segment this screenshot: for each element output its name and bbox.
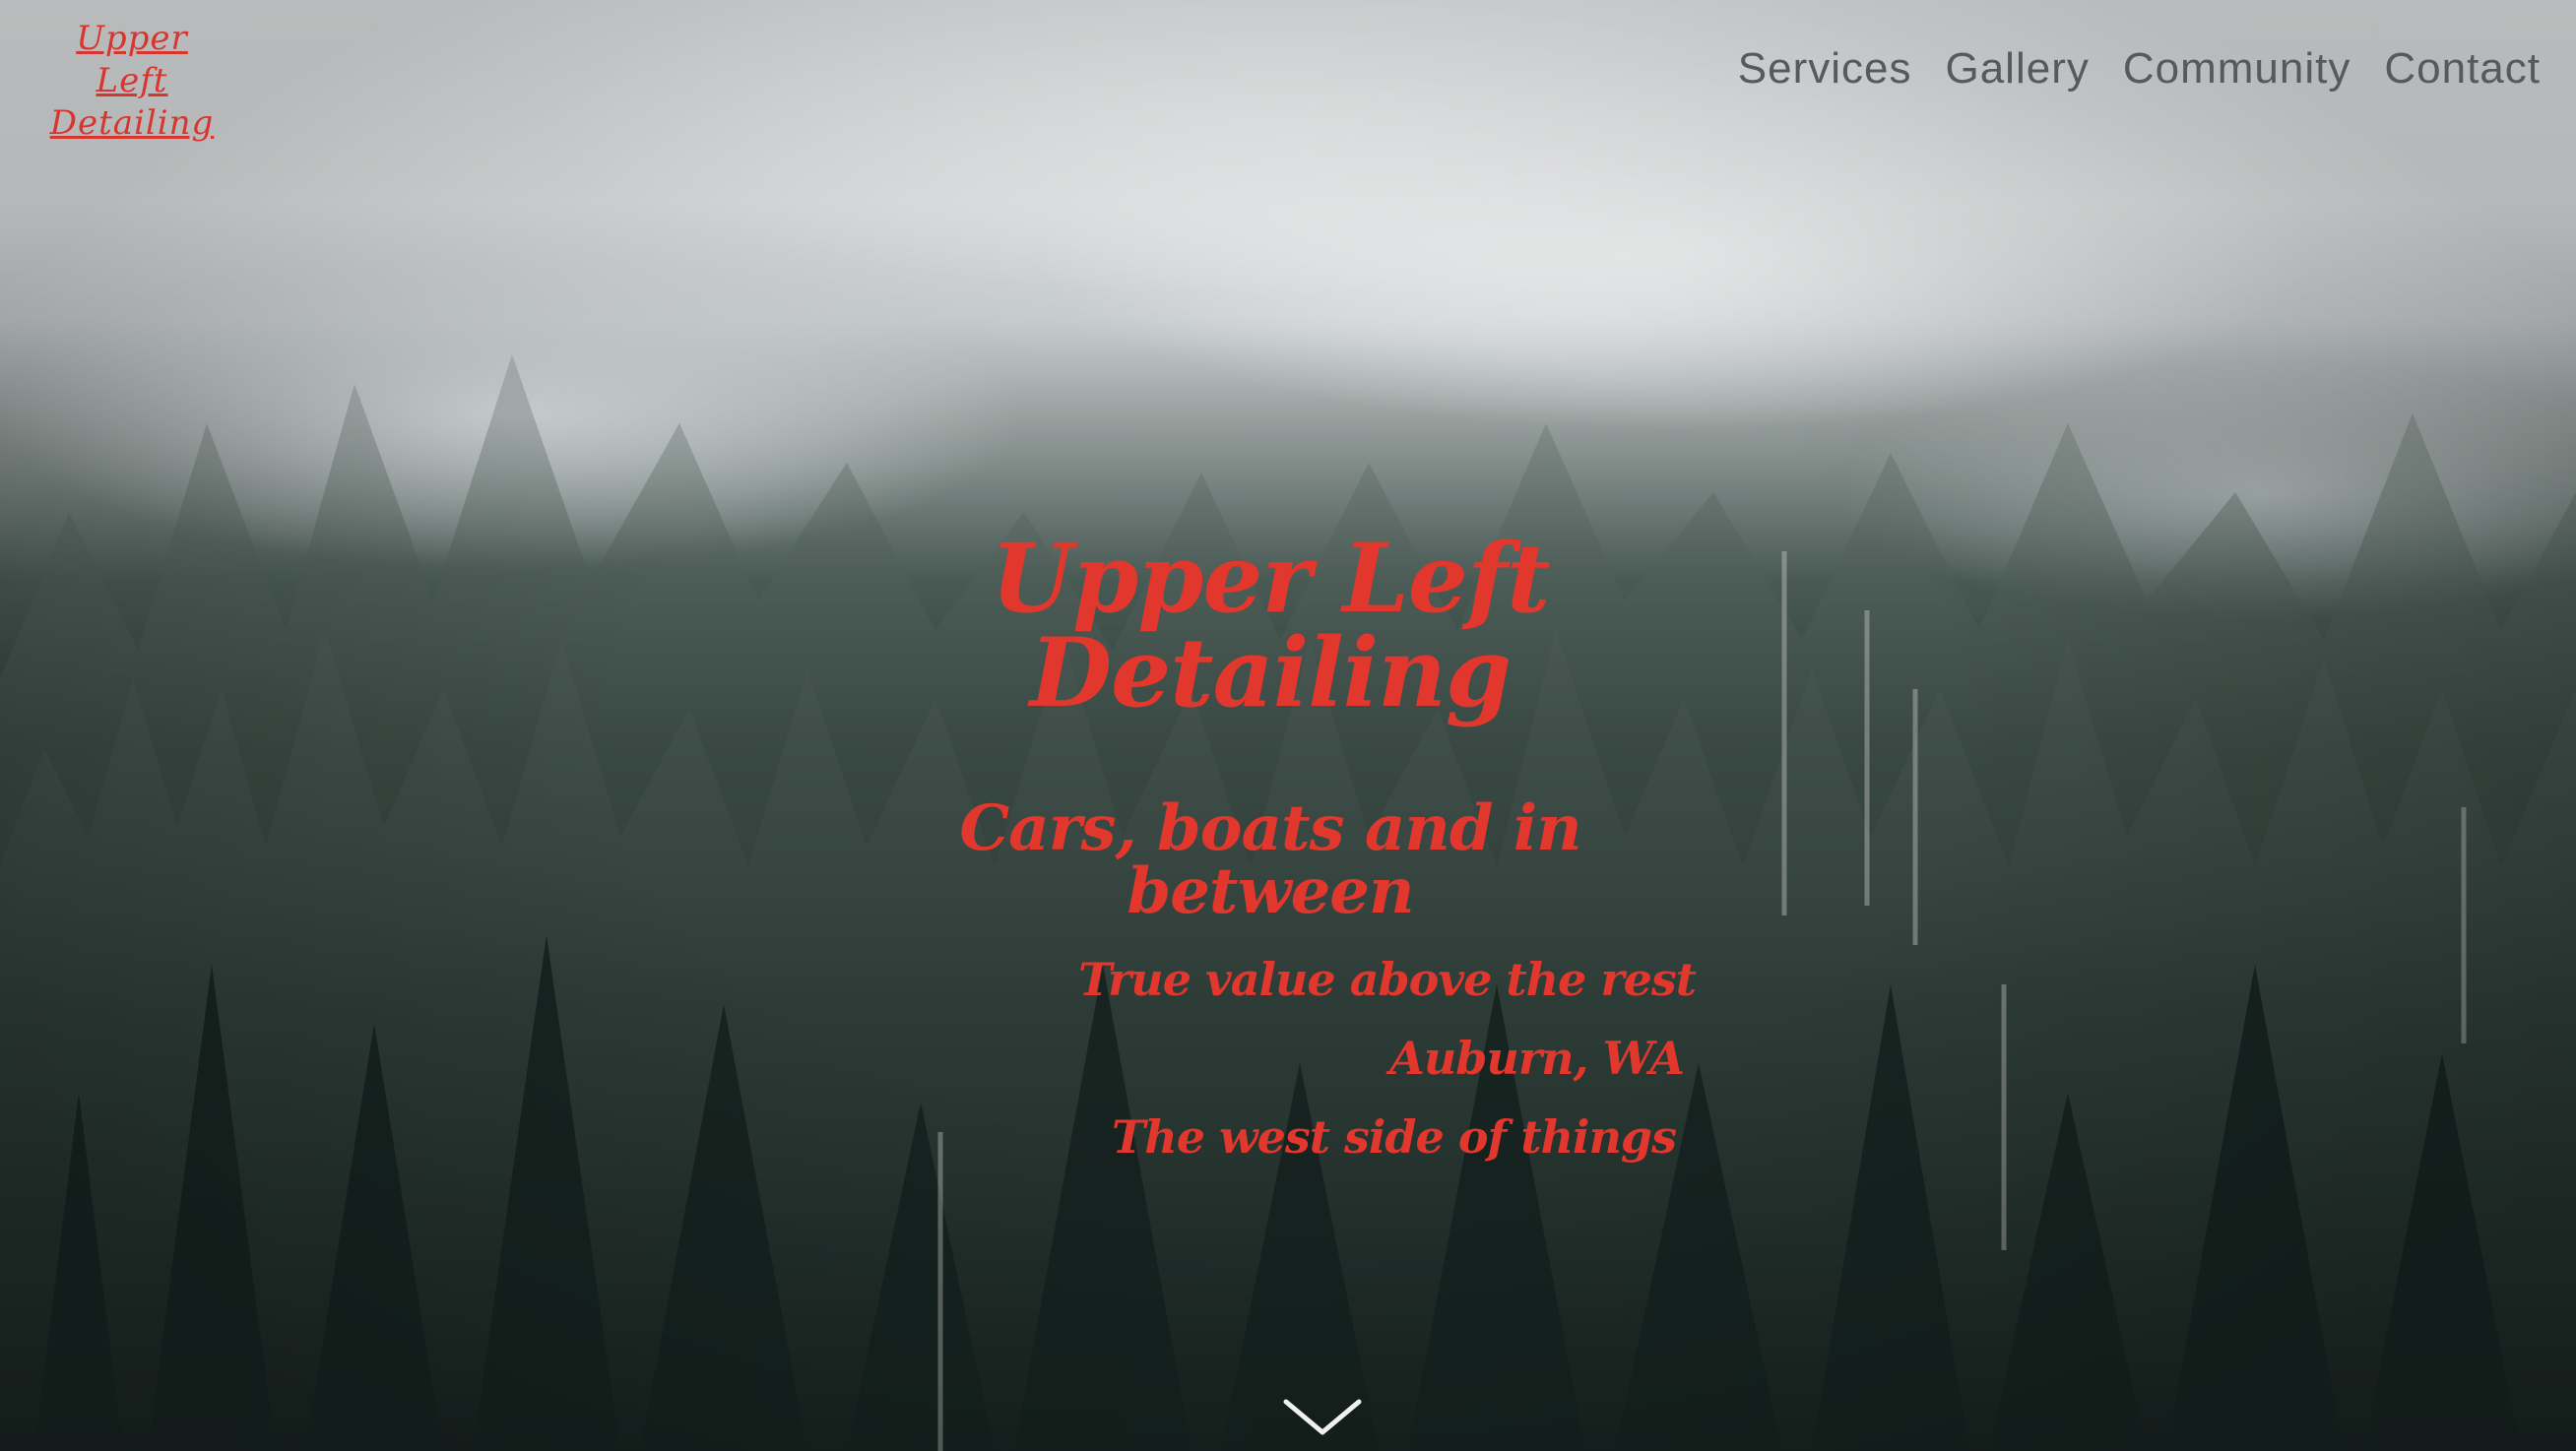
site-logo[interactable]: Upper Left Detailing [33,18,230,145]
nav-gallery-link[interactable]: Gallery [1945,47,2089,91]
hero-motto: The west side of things [1112,1110,1677,1164]
nav-community-link[interactable]: Community [2123,47,2351,91]
hero-title: Upper Left Detailing [991,523,1550,728]
hero-section: Upper Left Detailing Cars, boats and in … [807,523,1733,1164]
hero-location: Auburn, WA [1389,1032,1685,1085]
site-header: Upper Left Detailing Services Gallery Co… [0,0,2576,158]
logo-line-upper: Upper [76,19,188,58]
scroll-down-button[interactable] [1280,1396,1365,1439]
nav-services-link[interactable]: Services [1738,47,1912,91]
main-navigation: Services Gallery Community Contact [1738,47,2541,91]
hero-subtitle: Cars, boats and in between [959,791,1581,928]
nav-contact-link[interactable]: Contact [2384,47,2541,91]
logo-line-left: Left [96,61,168,100]
landing-page: Upper Left Detailing Services Gallery Co… [0,0,2576,1451]
chevron-down-icon [1283,1399,1362,1435]
logo-line-detailing: Detailing [49,103,215,143]
hero-tagline: True value above the rest [1078,953,1697,1006]
